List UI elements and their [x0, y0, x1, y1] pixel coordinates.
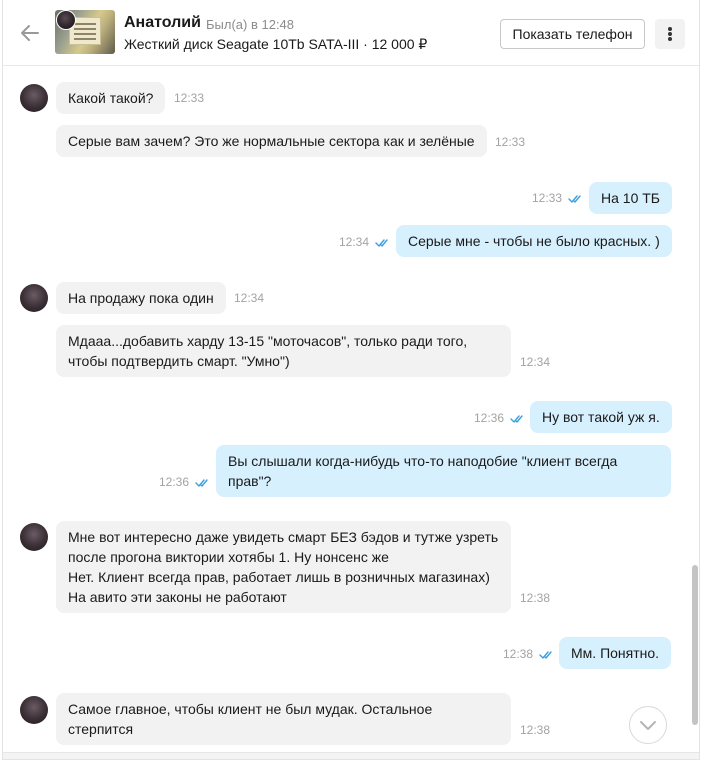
message-outgoing: Серые мне - чтобы не было красных. )	[396, 225, 672, 257]
message-time: 12:38	[520, 591, 551, 605]
message-time: 12:33	[532, 191, 563, 205]
message-time: 12:38	[503, 647, 534, 661]
message-incoming: На продажу пока один	[56, 282, 226, 314]
message-incoming: Самое главное, чтобы клиент не был мудак…	[56, 693, 511, 745]
message-time-read: 12:38	[503, 647, 553, 661]
message-time: 12:38	[520, 723, 551, 737]
message-text: Серые вам зачем? Это же нормальные секто…	[68, 133, 475, 149]
message-incoming: Мдааа...добавить харду 13-15 "моточасов"…	[56, 325, 511, 377]
message-time-read: 12:33	[532, 191, 582, 205]
double-check-icon	[539, 651, 553, 659]
message-time: 12:33	[174, 91, 205, 105]
double-check-icon	[375, 239, 389, 247]
scroll-to-bottom-button[interactable]	[629, 706, 667, 744]
chevron-down-icon	[640, 721, 656, 730]
message-time: 12:34	[234, 291, 265, 305]
sender-avatar	[20, 284, 48, 312]
show-phone-button[interactable]: Показать телефон	[500, 19, 645, 49]
message-text: Серые мне - чтобы не было красных. )	[408, 233, 660, 249]
message-text-line: Нет. Клиент всегда прав, работает лишь в…	[68, 569, 490, 585]
message-time: 12:34	[520, 355, 551, 369]
message-text-line: стерпится	[68, 721, 134, 737]
message-time: 12:33	[495, 135, 526, 149]
double-check-icon	[568, 195, 582, 203]
chat-header: Анатолий Был(а) в 12:48 Жесткий диск Sea…	[3, 0, 699, 66]
message-incoming: Мне вот интересно даже увидеть смарт БЕЗ…	[56, 521, 511, 613]
message-text-line: Вы слышали когда-нибудь что-то наподобие…	[228, 453, 618, 469]
message-incoming: Какой такой?	[56, 82, 166, 114]
message-text: На 10 ТБ	[601, 190, 660, 206]
more-vertical-icon	[668, 27, 672, 31]
item-title[interactable]: Жесткий диск Seagate 10Tb SATA-III · 12 …	[124, 36, 427, 53]
sender-avatar	[20, 84, 48, 112]
scrollbar-thumb[interactable]	[692, 565, 698, 725]
message-time: 12:34	[339, 235, 370, 249]
double-check-icon	[195, 479, 209, 487]
message-text-line: Мдааа...добавить харду 13-15 "моточасов"…	[68, 333, 468, 349]
message-text-line: На авито эти законы не работают	[68, 589, 287, 605]
composer-edge	[3, 752, 699, 759]
arrow-left-icon[interactable]	[19, 22, 41, 44]
more-options-button[interactable]	[655, 19, 685, 49]
message-text-line: чтобы подтвердить смарт. "Умно")	[68, 353, 290, 369]
sender-avatar	[20, 523, 48, 551]
contact-name[interactable]: Анатолий	[124, 14, 201, 32]
sender-avatar	[20, 696, 48, 724]
message-outgoing: Ну вот такой уж я.	[530, 401, 672, 433]
chat-window: Анатолий Был(а) в 12:48 Жесткий диск Sea…	[2, 0, 700, 760]
message-time-read: 12:34	[339, 235, 389, 249]
message-text-line: после прогона виктории хотябы 1. Ну нонс…	[68, 549, 389, 565]
message-incoming: Серые вам зачем? Это же нормальные секто…	[56, 125, 487, 157]
message-time: 12:36	[159, 475, 190, 489]
message-time-read: 12:36	[159, 475, 209, 489]
message-time-read: 12:36	[474, 411, 524, 425]
message-time: 12:36	[474, 411, 505, 425]
message-text: Мм. Понятно.	[571, 645, 660, 661]
contact-avatar	[56, 10, 76, 30]
message-text-line: прав"?	[228, 473, 272, 489]
message-text: На продажу пока один	[68, 290, 214, 306]
message-text: Ну вот такой уж я.	[542, 409, 660, 425]
double-check-icon	[510, 415, 524, 423]
message-text: Какой такой?	[68, 90, 154, 106]
more-dot	[668, 37, 672, 41]
more-dot	[668, 32, 672, 36]
message-outgoing: На 10 ТБ	[589, 182, 672, 214]
message-text-line: Самое главное, чтобы клиент не был мудак…	[68, 701, 433, 717]
contact-status: Был(а) в 12:48	[206, 17, 295, 32]
message-text-line: Мне вот интересно даже увидеть смарт БЕЗ…	[68, 529, 499, 545]
message-outgoing: Вы слышали когда-нибудь что-то наподобие…	[216, 445, 671, 497]
message-outgoing: Мм. Понятно.	[559, 637, 672, 669]
